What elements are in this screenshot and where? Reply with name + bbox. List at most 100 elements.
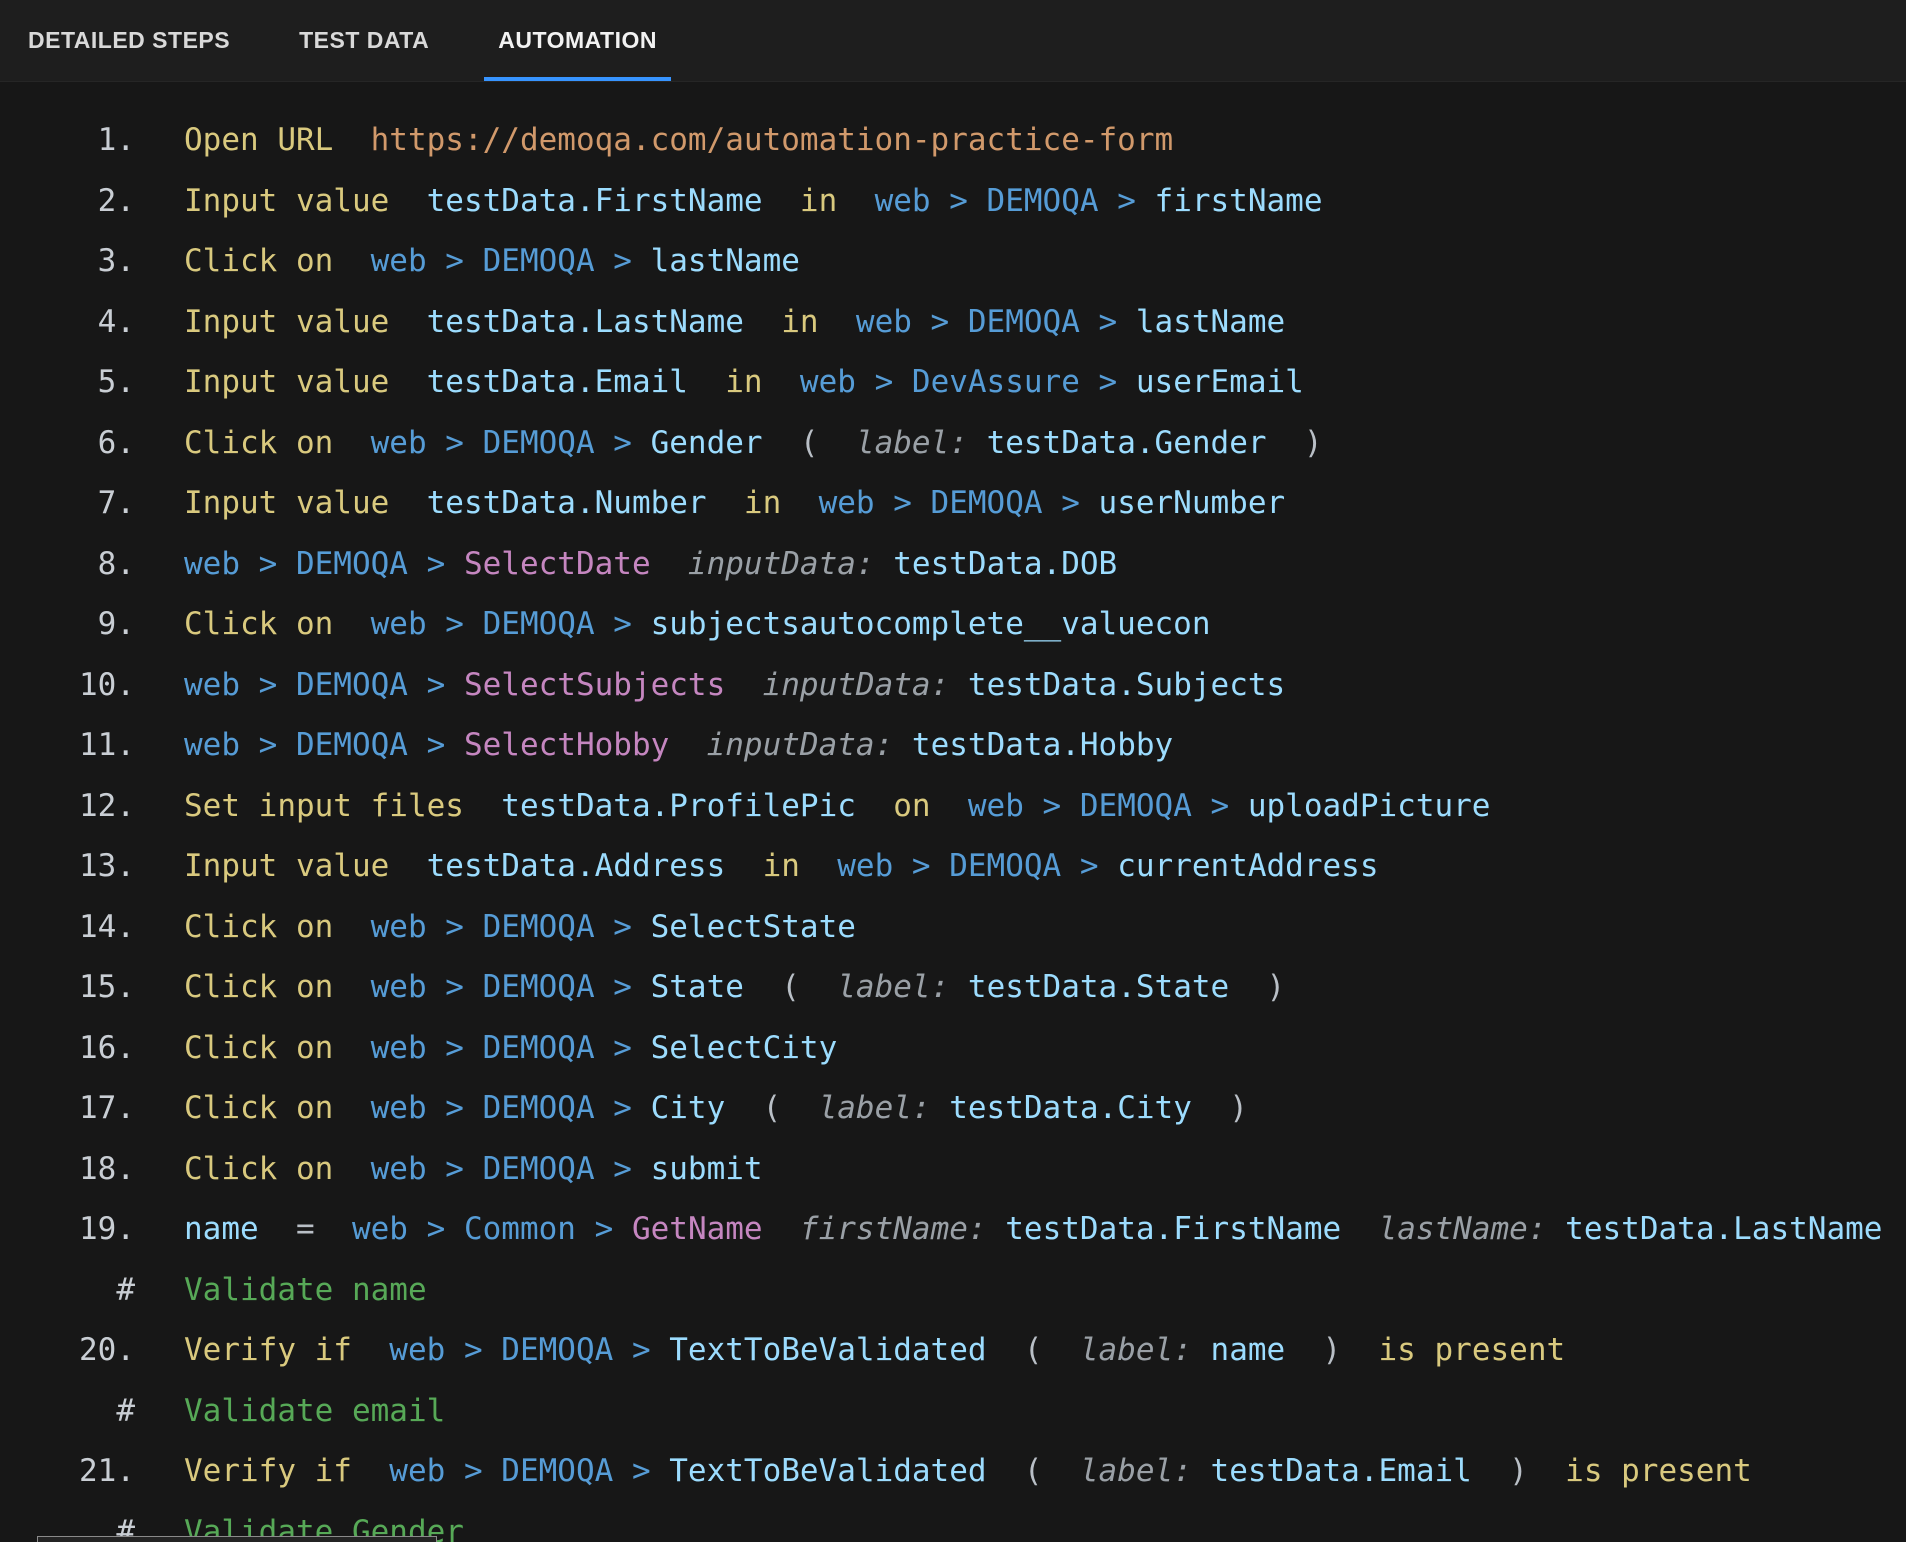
element-token: uploadPicture <box>1248 788 1491 824</box>
data-ref-token: testData.Number <box>389 485 706 521</box>
element-token: subjectsautocomplete__valuecon <box>651 606 1211 642</box>
step-number: 19. <box>0 1211 135 1247</box>
step-code: Click on web > DEMOQA > State ( label: t… <box>184 969 1285 1005</box>
step-code: Verify if web > DEMOQA > TextToBeValidat… <box>184 1332 1565 1368</box>
tab-test-data[interactable]: TEST DATA <box>299 0 429 81</box>
locator-path-token: web > DEMOQA > <box>837 183 1154 219</box>
data-ref-token: testData.FirstName <box>389 183 762 219</box>
component-token: SelectHobby <box>464 727 669 763</box>
step-row[interactable]: 18.Click on web > DEMOQA > submit <box>0 1139 1906 1200</box>
data-ref-token: testData.LastName <box>389 304 744 340</box>
keyword-token: Click on <box>184 606 333 642</box>
step-row[interactable]: 4. Input value testData.LastName in web >… <box>0 292 1906 353</box>
step-number: 16. <box>0 1030 135 1066</box>
keyword-token: in <box>725 848 800 884</box>
locator-path-token: web > DEMOQA > <box>333 243 650 279</box>
keyword-token: Click on <box>184 425 333 461</box>
step-row[interactable]: 2. Input value testData.FirstName in web … <box>0 171 1906 232</box>
param-label-token: inputData: <box>669 727 912 763</box>
step-code: Input value testData.LastName in web > D… <box>184 304 1285 340</box>
step-number: 12. <box>0 788 135 824</box>
step-code: Click on web > DEMOQA > lastName <box>184 243 800 279</box>
step-row[interactable]: 19.name = web > Common > GetName firstNa… <box>0 1199 1906 1260</box>
step-row[interactable]: 15.Click on web > DEMOQA > State ( label… <box>0 957 1906 1018</box>
step-row[interactable]: 14.Click on web > DEMOQA > SelectState <box>0 897 1906 958</box>
step-code: Input value testData.Address in web > DE… <box>184 848 1379 884</box>
step-row[interactable]: 8.web > DEMOQA > SelectDate inputData: t… <box>0 534 1906 595</box>
steps-list: 1.Open URL https://demoqa.com/automation… <box>0 82 1906 1542</box>
locator-path-token: web > DEMOQA > <box>781 485 1098 521</box>
component-token: SelectDate <box>464 546 651 582</box>
step-row[interactable]: 9.Click on web > DEMOQA > subjectsautoco… <box>0 594 1906 655</box>
element-token: SelectCity <box>651 1030 838 1066</box>
horizontal-scrollbar[interactable] <box>37 1536 437 1542</box>
punctuation-token: ( <box>987 1332 1080 1368</box>
keyword-token: Verify if <box>184 1453 352 1489</box>
data-ref-token: testData.ProfilePic <box>464 788 856 824</box>
step-row[interactable]: 7. Input value testData.Number in web > D… <box>0 473 1906 534</box>
step-code: web > DEMOQA > SelectHobby inputData: te… <box>184 727 1173 763</box>
step-row[interactable]: 20.Verify if web > DEMOQA > TextToBeVali… <box>0 1320 1906 1381</box>
param-label-token: label: <box>856 425 987 461</box>
keyword-token: Verify if <box>184 1332 352 1368</box>
punctuation-token: ) <box>1472 1453 1528 1489</box>
punctuation-token: ( <box>744 969 837 1005</box>
step-number: 2. <box>0 183 135 219</box>
tab-automation[interactable]: AUTOMATION <box>498 0 657 81</box>
tab-detailed-steps[interactable]: DETAILED STEPS <box>28 0 230 81</box>
keyword-token: Input value <box>184 364 389 400</box>
param-label-token: lastName: <box>1341 1211 1565 1247</box>
step-number: 7. <box>0 485 135 521</box>
automation-steps-page: DETAILED STEPS TEST DATA AUTOMATION 1.Open… <box>0 0 1906 1542</box>
step-row[interactable]: #Validate name <box>0 1260 1906 1321</box>
url-token: https://demoqa.com/automation-practice-f… <box>333 122 1173 158</box>
locator-path-token: web > DEMOQA > <box>184 727 464 763</box>
locator-path-token: web > DEMOQA > <box>819 304 1136 340</box>
data-ref-token: testData.State <box>968 969 1229 1005</box>
step-row[interactable]: 11. web > DEMOQA > SelectHobby inputData:… <box>0 715 1906 776</box>
step-code: Click on web > DEMOQA > Gender ( label: … <box>184 425 1323 461</box>
keyword-token: Input value <box>184 304 389 340</box>
step-row[interactable]: 1.Open URL https://demoqa.com/automation… <box>0 110 1906 171</box>
step-row[interactable]: 10.web > DEMOQA > SelectSubjects inputDa… <box>0 655 1906 716</box>
punctuation-token: ( <box>725 1090 818 1126</box>
data-ref-token: name <box>184 1211 259 1247</box>
step-code: web > DEMOQA > SelectDate inputData: tes… <box>184 546 1117 582</box>
keyword-token: Input value <box>184 485 389 521</box>
keyword-token: in <box>707 485 782 521</box>
keyword-token: is present <box>1528 1453 1752 1489</box>
step-row[interactable]: 12.Set input files testData.ProfilePic o… <box>0 776 1906 837</box>
keyword-token: in <box>763 183 838 219</box>
element-token: lastName <box>651 243 800 279</box>
keyword-token: in <box>744 304 819 340</box>
step-number: 11. <box>0 727 135 763</box>
step-row[interactable]: 3.Click on web > DEMOQA > lastName <box>0 231 1906 292</box>
keyword-token: Input value <box>184 183 389 219</box>
element-token: submit <box>651 1151 763 1187</box>
step-code: Validate email <box>184 1393 445 1429</box>
step-number: 4. <box>0 304 135 340</box>
punctuation-token: ) <box>1192 1090 1248 1126</box>
step-row[interactable]: #Validate email <box>0 1381 1906 1442</box>
step-number: 6. <box>0 425 135 461</box>
step-row[interactable]: 13.Input value testData.Address in web >… <box>0 836 1906 897</box>
step-row[interactable]: 17.Click on web > DEMOQA > City ( label:… <box>0 1078 1906 1139</box>
step-code: Open URL https://demoqa.com/automation-p… <box>184 122 1173 158</box>
keyword-token: in <box>688 364 763 400</box>
step-code: Click on web > DEMOQA > SelectCity <box>184 1030 837 1066</box>
keyword-token: is present <box>1341 1332 1565 1368</box>
step-code: Validate name <box>184 1272 427 1308</box>
step-number: 18. <box>0 1151 135 1187</box>
locator-path-token: web > DEMOQA > <box>352 1332 669 1368</box>
element-token: City <box>651 1090 726 1126</box>
step-code: Click on web > DEMOQA > SelectState <box>184 909 856 945</box>
step-row[interactable]: 5.Input value testData.Email in web > De… <box>0 352 1906 413</box>
step-row[interactable]: 6. Click on web > DEMOQA > Gender ( label… <box>0 413 1906 474</box>
punctuation-token: ( <box>763 425 856 461</box>
element-token: TextToBeValidated <box>669 1332 986 1368</box>
step-row[interactable]: 16. Click on web > DEMOQA > SelectCity <box>0 1018 1906 1079</box>
data-ref-token: testData.Subjects <box>968 667 1285 703</box>
step-row[interactable]: 21.Verify if web > DEMOQA > TextToBeVali… <box>0 1441 1906 1502</box>
punctuation-token: ) <box>1229 969 1285 1005</box>
step-code: Input value testData.Number in web > DEM… <box>184 485 1285 521</box>
